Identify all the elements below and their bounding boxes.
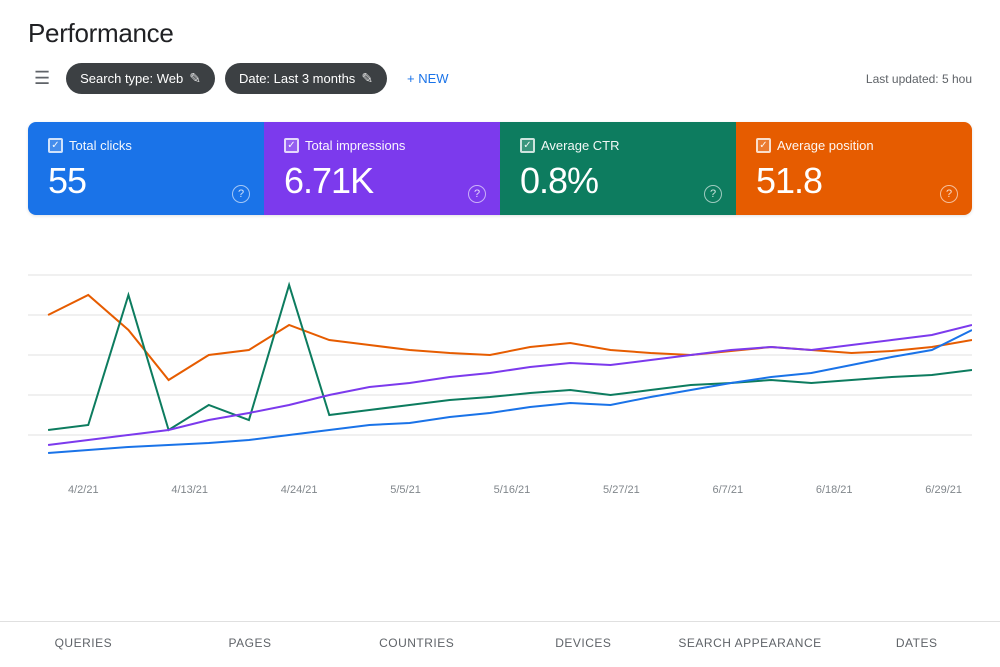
date-label: Date: Last 3 months <box>239 71 355 86</box>
new-button[interactable]: + NEW <box>397 64 459 93</box>
x-label-5: 5/16/21 <box>494 484 531 496</box>
average-ctr-help-icon[interactable]: ? <box>704 185 722 203</box>
metric-card-average-position[interactable]: Average position 51.8 ? <box>736 122 972 215</box>
chart-area: 4/2/21 4/13/21 4/24/21 5/5/21 5/16/21 5/… <box>28 235 972 495</box>
tab-queries[interactable]: QUERIES <box>0 622 167 667</box>
bottom-tabs: QUERIES PAGES COUNTRIES DEVICES SEARCH A… <box>0 621 1000 667</box>
tab-devices[interactable]: DEVICES <box>500 622 667 667</box>
total-impressions-label: Total impressions <box>305 138 405 153</box>
new-button-label: + NEW <box>407 71 449 86</box>
search-type-label: Search type: Web <box>80 71 183 86</box>
total-impressions-value: 6.71K <box>284 161 480 201</box>
search-type-edit-icon: ✎ <box>189 70 201 87</box>
date-chip[interactable]: Date: Last 3 months ✎ <box>225 63 387 94</box>
page-title: Performance <box>28 18 972 49</box>
filter-lines-icon: ☰ <box>34 68 50 89</box>
x-label-9: 6/29/21 <box>925 484 962 496</box>
average-position-checkbox <box>756 138 771 153</box>
average-position-help-icon[interactable]: ? <box>940 185 958 203</box>
search-type-chip[interactable]: Search type: Web ✎ <box>66 63 215 94</box>
header: Performance ☰ Search type: Web ✎ Date: L… <box>0 0 1000 122</box>
filter-icon-button[interactable]: ☰ <box>28 64 56 93</box>
total-impressions-help-icon[interactable]: ? <box>468 185 486 203</box>
toolbar: ☰ Search type: Web ✎ Date: Last 3 months… <box>28 63 972 94</box>
average-position-label: Average position <box>777 138 874 153</box>
page-container: Performance ☰ Search type: Web ✎ Date: L… <box>0 0 1000 667</box>
total-clicks-value: 55 <box>48 161 244 201</box>
x-label-4: 5/5/21 <box>390 484 421 496</box>
total-impressions-checkbox <box>284 138 299 153</box>
date-edit-icon: ✎ <box>361 70 373 87</box>
total-clicks-label: Total clicks <box>69 138 132 153</box>
total-clicks-checkbox <box>48 138 63 153</box>
average-ctr-value: 0.8% <box>520 161 716 201</box>
tab-search-appearance[interactable]: SEARCH APPEARANCE <box>667 622 834 667</box>
x-label-7: 6/7/21 <box>713 484 744 496</box>
x-axis-labels: 4/2/21 4/13/21 4/24/21 5/5/21 5/16/21 5/… <box>28 480 972 496</box>
average-ctr-checkbox <box>520 138 535 153</box>
x-label-8: 6/18/21 <box>816 484 853 496</box>
metric-cards: Total clicks 55 ? Total impressions 6.71… <box>28 122 972 215</box>
metric-card-total-clicks[interactable]: Total clicks 55 ? <box>28 122 264 215</box>
x-label-2: 4/13/21 <box>171 484 208 496</box>
total-clicks-help-icon[interactable]: ? <box>232 185 250 203</box>
last-updated-text: Last updated: 5 hou <box>866 72 972 86</box>
metric-card-average-ctr[interactable]: Average CTR 0.8% ? <box>500 122 736 215</box>
performance-chart <box>28 235 972 475</box>
average-ctr-label: Average CTR <box>541 138 620 153</box>
tab-pages[interactable]: PAGES <box>167 622 334 667</box>
x-label-1: 4/2/21 <box>68 484 99 496</box>
x-label-6: 5/27/21 <box>603 484 640 496</box>
metric-card-total-impressions[interactable]: Total impressions 6.71K ? <box>264 122 500 215</box>
tab-dates[interactable]: DATES <box>833 622 1000 667</box>
average-position-value: 51.8 <box>756 161 952 201</box>
x-label-3: 4/24/21 <box>281 484 318 496</box>
tab-countries[interactable]: COUNTRIES <box>333 622 500 667</box>
